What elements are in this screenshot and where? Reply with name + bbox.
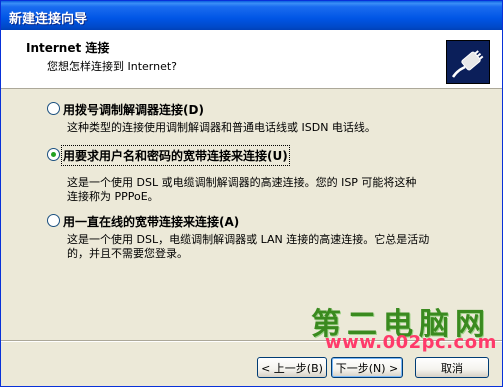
site-watermark: 第二电脑网 www.002pc.com	[311, 299, 499, 359]
watermark-url: www.002pc.com	[325, 332, 497, 353]
description-line: 这是一个使用 DSL，电缆调制解调器或 LAN 连接的高速连接。它总是活动	[67, 233, 430, 246]
radio-pppoe[interactable]	[47, 148, 60, 161]
description-line: 这是一个使用 DSL 或电缆调制解调器的高速连接。您的 ISP 可能将这种	[67, 176, 417, 189]
description-line: 连接称为 PPPoE。	[67, 190, 159, 203]
description-line: 的，并且不需要您登录。	[67, 247, 188, 260]
header-title: Internet 连接	[26, 41, 110, 55]
network-plug-icon	[446, 40, 490, 84]
option-pppoe-label[interactable]: 用要求用户名和密码的宽带连接来连接(U)	[61, 145, 290, 166]
option-always-on-description: 这是一个使用 DSL，电缆调制解调器或 LAN 连接的高速连接。它总是活动 的，…	[67, 233, 462, 261]
wizard-window: 新建连接向导 Internet 连接 您想怎样连接到 Internet? 用拨号…	[0, 0, 503, 387]
wizard-header: Internet 连接 您想怎样连接到 Internet?	[1, 30, 502, 89]
window-title: 新建连接向导	[9, 12, 88, 27]
option-always-on-label[interactable]: 用一直在线的宽带连接来连接(A)	[63, 213, 239, 230]
option-dialup-label[interactable]: 用拨号调制解调器连接(D)	[63, 101, 204, 118]
description-line: 这种类型的连接使用调制解调器和普通电话线或 ISDN 电话线。	[67, 121, 376, 134]
next-button[interactable]: 下一步(N) >	[331, 357, 403, 378]
title-bar[interactable]: 新建连接向导	[1, 1, 502, 30]
radio-always-on[interactable]	[47, 214, 60, 227]
cancel-button[interactable]: 取消	[415, 357, 489, 378]
header-subtitle: 您想怎样连接到 Internet?	[47, 60, 178, 73]
option-pppoe-description: 这是一个使用 DSL 或电缆调制解调器的高速连接。您的 ISP 可能将这种 连接…	[67, 176, 462, 204]
option-dialup-description: 这种类型的连接使用调制解调器和普通电话线或 ISDN 电话线。	[67, 121, 462, 135]
radio-dialup[interactable]	[47, 102, 60, 115]
back-button[interactable]: < 上一步(B)	[257, 357, 327, 378]
